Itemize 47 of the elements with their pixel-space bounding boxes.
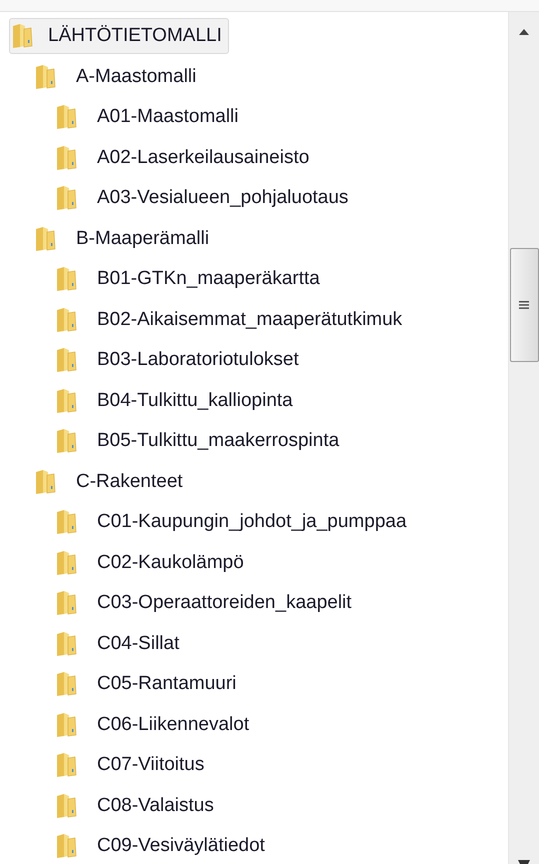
- tree-item[interactable]: A03-Vesialueen_pohjaluotaus: [53, 180, 356, 216]
- tree-item[interactable]: A02-Laserkeilausaineisto: [53, 140, 316, 176]
- scroll-down-arrow-icon[interactable]: [518, 860, 530, 864]
- folder-icon: [55, 671, 77, 698]
- folder-icon: [55, 712, 77, 738]
- tree-item[interactable]: C08-Valaistus: [53, 788, 221, 824]
- tree-item[interactable]: A-Maastomalli: [32, 58, 204, 95]
- folder-icon: [55, 833, 77, 860]
- scroll-up-arrow-icon[interactable]: [519, 29, 529, 35]
- tree-item[interactable]: LÄHTÖTIETOMALLI: [9, 18, 229, 54]
- scrollbar[interactable]: [508, 12, 539, 864]
- folder-icon: [55, 185, 77, 212]
- folder-icon: [55, 792, 77, 819]
- folder-icon: [55, 590, 77, 616]
- folder-icon: [55, 347, 77, 374]
- folder-icon: [55, 630, 77, 657]
- tree-item[interactable]: C05-Rantamuuri: [53, 666, 244, 702]
- tree-item[interactable]: C-Rakenteet: [32, 464, 190, 500]
- tree-item[interactable]: B02-Aikaisemmat_maaperätutkimuk: [53, 302, 410, 338]
- tree-item[interactable]: B05-Tulkittu_maakerrospinta: [53, 423, 346, 460]
- tree-item[interactable]: C06-Liikennevalot: [53, 706, 256, 743]
- folder-icon: [55, 306, 77, 333]
- folder-icon: [55, 509, 77, 536]
- folder-icon: [55, 550, 77, 576]
- folder-icon: [34, 468, 56, 495]
- folder-icon: [34, 64, 56, 90]
- tree-item[interactable]: B03-Laboratoriotulokset: [53, 342, 306, 378]
- folder-icon: [11, 23, 33, 50]
- tree-item[interactable]: B01-GTKn_maaperäkartta: [53, 261, 327, 298]
- tree-item[interactable]: C04-Sillat: [53, 626, 186, 662]
- folder-icon: [55, 752, 77, 778]
- tree-item[interactable]: A01-Maastomalli: [53, 99, 246, 136]
- tree-item[interactable]: C01-Kaupungin_johdot_ja_pumppaa: [53, 504, 414, 540]
- tree-item[interactable]: C09-Vesiväylätiedot: [53, 828, 272, 864]
- folder-icon: [34, 226, 56, 252]
- scrollbar-thumb[interactable]: [510, 248, 538, 362]
- tree-item[interactable]: B04-Tulkittu_kalliopinta: [53, 382, 300, 419]
- tree-item[interactable]: C02-Kaukolämpö: [53, 544, 251, 581]
- folder-icon: [55, 266, 77, 292]
- folder-icon: [55, 388, 77, 414]
- tree-item[interactable]: C03-Operaattoreiden_kaapelit: [53, 585, 359, 622]
- tree-item[interactable]: C07-Viitoitus: [53, 747, 212, 784]
- grip-icon: [519, 300, 529, 310]
- folder-icon: [55, 104, 77, 130]
- tree-item[interactable]: B-Maaperämalli: [32, 220, 216, 257]
- folder-icon: [55, 428, 77, 454]
- folder-icon: [55, 144, 77, 171]
